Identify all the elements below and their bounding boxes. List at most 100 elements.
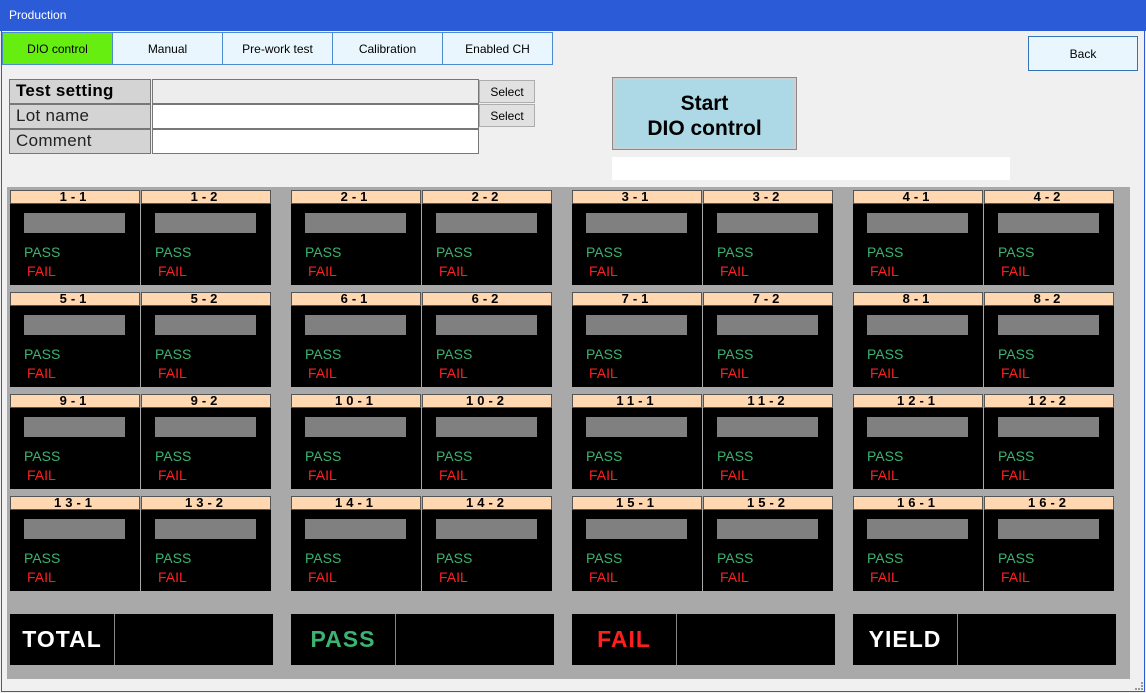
channel-label: 7-1 [572, 292, 702, 306]
channel-cell: 13-2 PASS FAIL [141, 496, 271, 591]
channel-fail-indicator: FAIL [308, 569, 337, 585]
window-title: Production [9, 8, 67, 22]
tab-dio-control[interactable]: DIO control [2, 32, 113, 65]
channel-cell: 5-2 PASS FAIL [141, 292, 271, 387]
channel-pass-indicator: PASS [867, 550, 904, 566]
channel-value-display [867, 315, 968, 335]
channel-cell: 6-2 PASS FAIL [422, 292, 552, 387]
summary-yield-label: YIELD [853, 614, 958, 665]
channel-label: 14-2 [422, 496, 552, 510]
channel-label: 8-1 [853, 292, 983, 306]
tab-enabled-ch[interactable]: Enabled CH [442, 32, 553, 65]
channel-value-display [717, 315, 818, 335]
channel-cell: 2-1 PASS FAIL [291, 190, 421, 285]
channel-value-display [155, 519, 256, 539]
channel-cell: 11-2 PASS FAIL [703, 394, 833, 489]
back-button[interactable]: Back [1028, 36, 1138, 71]
test-setting-select-button[interactable]: Select [479, 80, 535, 103]
channel-value-display [155, 417, 256, 437]
channel-cell: 9-1 PASS FAIL [10, 394, 140, 489]
channel-label: 13-2 [141, 496, 271, 510]
channel-value-display [155, 315, 256, 335]
test-setting-label: Test setting [9, 79, 151, 104]
channel-value-display [24, 519, 125, 539]
channel-cell: 12-2 PASS FAIL [984, 394, 1114, 489]
channel-cell: 9-2 PASS FAIL [141, 394, 271, 489]
channel-cell: 12-1 PASS FAIL [853, 394, 983, 489]
channel-fail-indicator: FAIL [158, 569, 187, 585]
channel-label: 6-1 [291, 292, 421, 306]
channel-value-display [867, 417, 968, 437]
channel-cell: 4-1 PASS FAIL [853, 190, 983, 285]
channel-fail-indicator: FAIL [27, 263, 56, 279]
channel-label: 11-1 [572, 394, 702, 408]
channel-label: 10-2 [422, 394, 552, 408]
channel-cell: 4-2 PASS FAIL [984, 190, 1114, 285]
channel-label: 5-1 [10, 292, 140, 306]
channel-cell: 3-2 PASS FAIL [703, 190, 833, 285]
lot-name-label: Lot name [9, 104, 151, 129]
channel-pass-indicator: PASS [998, 448, 1035, 464]
channel-label: 16-2 [984, 496, 1114, 510]
channel-pass-indicator: PASS [717, 550, 754, 566]
channel-fail-indicator: FAIL [870, 263, 899, 279]
channel-cell: 16-2 PASS FAIL [984, 496, 1114, 591]
channel-pass-indicator: PASS [305, 346, 342, 362]
channel-fail-indicator: FAIL [439, 263, 468, 279]
channel-cell: 1-2 PASS FAIL [141, 190, 271, 285]
channel-fail-indicator: FAIL [720, 263, 749, 279]
channel-cell: 8-1 PASS FAIL [853, 292, 983, 387]
channel-cell: 14-2 PASS FAIL [422, 496, 552, 591]
channel-cell: 10-2 PASS FAIL [422, 394, 552, 489]
window-title-bar[interactable]: Production [0, 0, 1146, 31]
channel-value-display [586, 315, 687, 335]
channel-label: 9-1 [10, 394, 140, 408]
channel-pass-indicator: PASS [155, 244, 192, 260]
channel-cell: 6-1 PASS FAIL [291, 292, 421, 387]
channel-label: 8-2 [984, 292, 1114, 306]
status-display [612, 157, 1010, 180]
channel-pass-indicator: PASS [717, 448, 754, 464]
channel-fail-indicator: FAIL [439, 365, 468, 381]
channel-pass-indicator: PASS [24, 448, 61, 464]
channel-label: 12-1 [853, 394, 983, 408]
tab-manual[interactable]: Manual [112, 32, 223, 65]
channel-value-display [305, 417, 406, 437]
channel-fail-indicator: FAIL [589, 263, 618, 279]
resize-grip-icon[interactable] [1135, 682, 1143, 690]
channel-pass-indicator: PASS [155, 346, 192, 362]
channel-label: 12-2 [984, 394, 1114, 408]
lot-name-select-button[interactable]: Select [479, 104, 535, 127]
channel-fail-indicator: FAIL [1001, 569, 1030, 585]
channel-value-display [998, 213, 1099, 233]
channel-pass-indicator: PASS [436, 448, 473, 464]
channel-cell: 8-2 PASS FAIL [984, 292, 1114, 387]
channel-value-display [998, 315, 1099, 335]
channel-fail-indicator: FAIL [308, 467, 337, 483]
test-settings-form: Test setting Lot name Comment [9, 79, 479, 154]
channel-pass-indicator: PASS [586, 346, 623, 362]
channel-label: 15-1 [572, 496, 702, 510]
channel-label: 14-1 [291, 496, 421, 510]
channel-value-display [155, 213, 256, 233]
channel-value-display [436, 315, 537, 335]
channel-cell: 13-1 PASS FAIL [10, 496, 140, 591]
channel-pass-indicator: PASS [155, 550, 192, 566]
channel-pass-indicator: PASS [867, 244, 904, 260]
lot-name-field[interactable] [152, 104, 479, 129]
comment-field[interactable] [152, 129, 479, 154]
start-dio-control-button[interactable]: Start DIO control [612, 77, 797, 150]
channel-label: 10-1 [291, 394, 421, 408]
channel-pass-indicator: PASS [867, 448, 904, 464]
channel-value-display [305, 315, 406, 335]
channel-cell: 1-1 PASS FAIL [10, 190, 140, 285]
channel-value-display [436, 519, 537, 539]
channel-cell: 5-1 PASS FAIL [10, 292, 140, 387]
tab-calibration[interactable]: Calibration [332, 32, 443, 65]
channel-pass-indicator: PASS [586, 244, 623, 260]
test-setting-field[interactable] [152, 79, 479, 104]
tab-pre-work-test[interactable]: Pre-work test [222, 32, 333, 65]
channel-value-display [24, 213, 125, 233]
channel-pass-indicator: PASS [155, 448, 192, 464]
summary-total-label: TOTAL [10, 614, 115, 665]
